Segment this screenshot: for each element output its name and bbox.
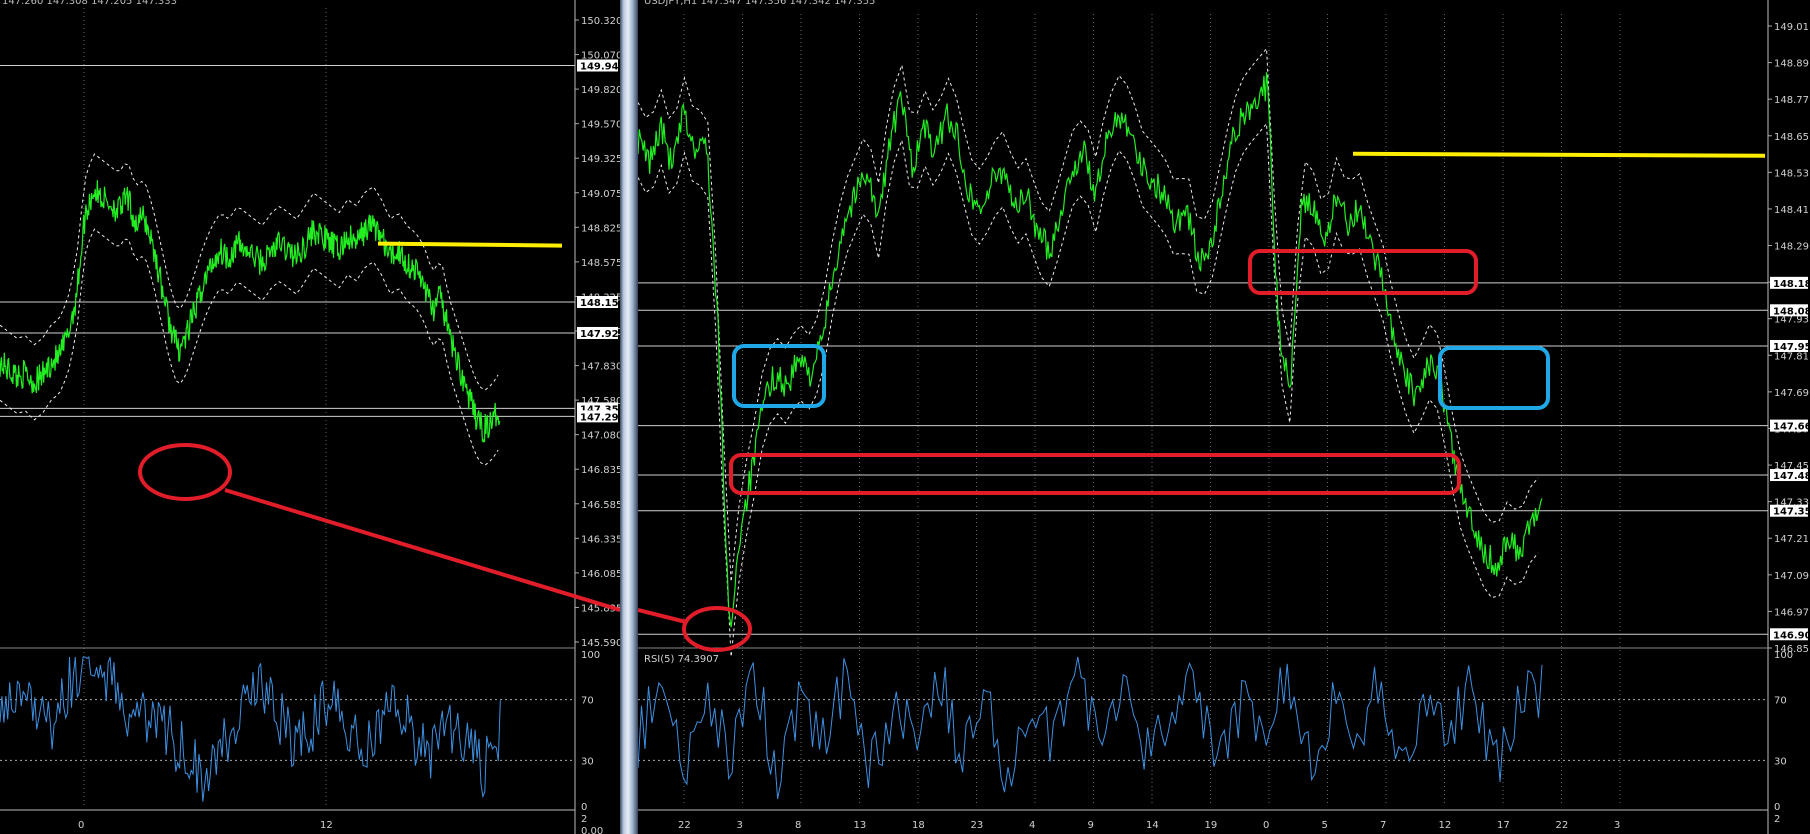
left-price-label: 146.835: [581, 465, 620, 476]
right-rsi-axis-label: 30: [1774, 756, 1787, 767]
left-rsi-axis-label: 70: [581, 696, 594, 707]
right-time-label: 0: [1263, 820, 1269, 831]
right-price-label: 147.69: [1774, 388, 1809, 399]
left-price-label: 147.080: [581, 431, 620, 442]
right-price-label: 148.89: [1774, 59, 1809, 70]
right-level-label: 146.90: [1773, 630, 1810, 641]
right-time-label: 13: [854, 820, 867, 831]
connector-line-right: [638, 608, 687, 624]
right-rsi-axis-label: 0: [1774, 802, 1780, 813]
right-time-label: 3: [1614, 820, 1620, 831]
left-price-label: 150.320: [581, 16, 620, 27]
left-envelope-upper: [0, 153, 499, 391]
red-zone-upper: [1248, 249, 1478, 295]
left-chart-svg: 147.260 147.308 147.205 147.333150.32015…: [0, 0, 620, 834]
right-time-label: 22: [1556, 820, 1569, 831]
left-rsi-axis-label: 30: [581, 756, 594, 767]
left-price-label: 149.820: [581, 85, 620, 96]
right-rsi-series: [638, 656, 1543, 799]
blue-zone-right: [1438, 346, 1550, 410]
right-time-label: 5: [1322, 820, 1328, 831]
left-price-label: 145.590: [581, 638, 620, 649]
right-price-label: 148.41: [1774, 205, 1809, 216]
left-chart-window[interactable]: 147.260 147.308 147.205 147.333 150.320 15…: [0, 0, 620, 834]
left-rsi-axis-label: 100: [581, 650, 600, 661]
left-price-label: 149.570: [581, 120, 620, 131]
right-time-label: 23: [971, 820, 984, 831]
right-level-label: 147.48: [1773, 471, 1810, 482]
right-bottom-axis-label: 2: [1774, 814, 1780, 825]
window-divider[interactable]: [620, 0, 638, 834]
right-time-label: 7: [1380, 820, 1386, 831]
right-low-circle: [682, 606, 752, 652]
left-envelope-lower: [0, 228, 499, 466]
red-zone-lower: [729, 453, 1461, 495]
right-time-label: 19: [1205, 820, 1218, 831]
right-time-label: 17: [1497, 820, 1510, 831]
left-price-series: [0, 180, 501, 443]
right-level-label: 147.66: [1773, 422, 1810, 433]
left-price-label: 148.575: [581, 258, 620, 269]
right-time-label: 3: [737, 820, 743, 831]
right-level-label: 147.35: [1773, 507, 1810, 518]
right-envelope-upper: [638, 47, 1539, 582]
left-price-label: 149.325: [581, 154, 620, 165]
right-time-label: 9: [1088, 820, 1094, 831]
right-header: USDJPY,H1 147.347 147.356 147.342 147.35…: [644, 0, 875, 7]
left-time-label: 12: [320, 820, 333, 831]
right-level-label: 148.08: [1773, 306, 1810, 317]
right-time-label: 22: [678, 820, 691, 831]
right-price-label: 148.77: [1774, 95, 1809, 106]
left-price-label: 147.830: [581, 362, 620, 373]
right-price-label: 147.09: [1774, 571, 1809, 582]
right-time-label: 14: [1146, 820, 1159, 831]
left-level-label: 147.295: [580, 412, 620, 423]
left-low-circle: [138, 443, 232, 501]
right-envelope-lower: [638, 122, 1539, 657]
left-level-label: 148.159: [580, 298, 620, 309]
right-price-label: 149.01: [1774, 22, 1809, 33]
right-time-label: 4: [1029, 820, 1035, 831]
left-time-label: 0: [78, 820, 84, 831]
connector-line-left: [224, 488, 620, 612]
right-price-label: 147.21: [1774, 534, 1809, 545]
right-price-label: 148.53: [1774, 168, 1809, 179]
right-time-label: 12: [1439, 820, 1452, 831]
right-rsi-axis-label: 70: [1774, 696, 1787, 707]
left-level-label: 149.946: [580, 61, 620, 72]
right-rsi-axis-label: 100: [1774, 650, 1793, 661]
right-chart-svg: USDJPY,H1 147.347 147.356 147.342 147.35…: [638, 0, 1810, 834]
left-price-label: 146.335: [581, 534, 620, 545]
left-rsi-series: [0, 656, 501, 802]
right-level-label: 148.18: [1773, 279, 1810, 290]
right-time-label: 8: [795, 820, 801, 831]
right-chart-window[interactable]: USDJPY,H1 147.347 147.356 147.342 147.35…: [638, 0, 1810, 834]
right-time-label: 18: [912, 820, 925, 831]
right-price-label: 146.97: [1774, 607, 1809, 618]
left-rsi-axis-label: 0: [581, 802, 587, 813]
left-bottom-axis-label: 0.00: [581, 826, 603, 834]
right-price-label: 148.65: [1774, 132, 1809, 143]
left-level-label: 147.925: [580, 329, 620, 340]
right-price-label: 148.29: [1774, 242, 1809, 253]
right-rsi-name: RSI(5) 74.3907: [644, 654, 719, 665]
left-price-label: 146.085: [581, 569, 620, 580]
left-header: 147.260 147.308 147.205 147.333: [2, 0, 177, 7]
left-price-label: 149.075: [581, 189, 620, 200]
right-resistance-line: [1352, 151, 1766, 158]
left-price-label: 148.825: [581, 223, 620, 234]
left-resistance-line: [377, 241, 563, 248]
right-level-label: 147.95: [1773, 342, 1810, 353]
left-price-label: 146.585: [581, 500, 620, 511]
left-bottom-axis-label: 2: [581, 814, 587, 825]
